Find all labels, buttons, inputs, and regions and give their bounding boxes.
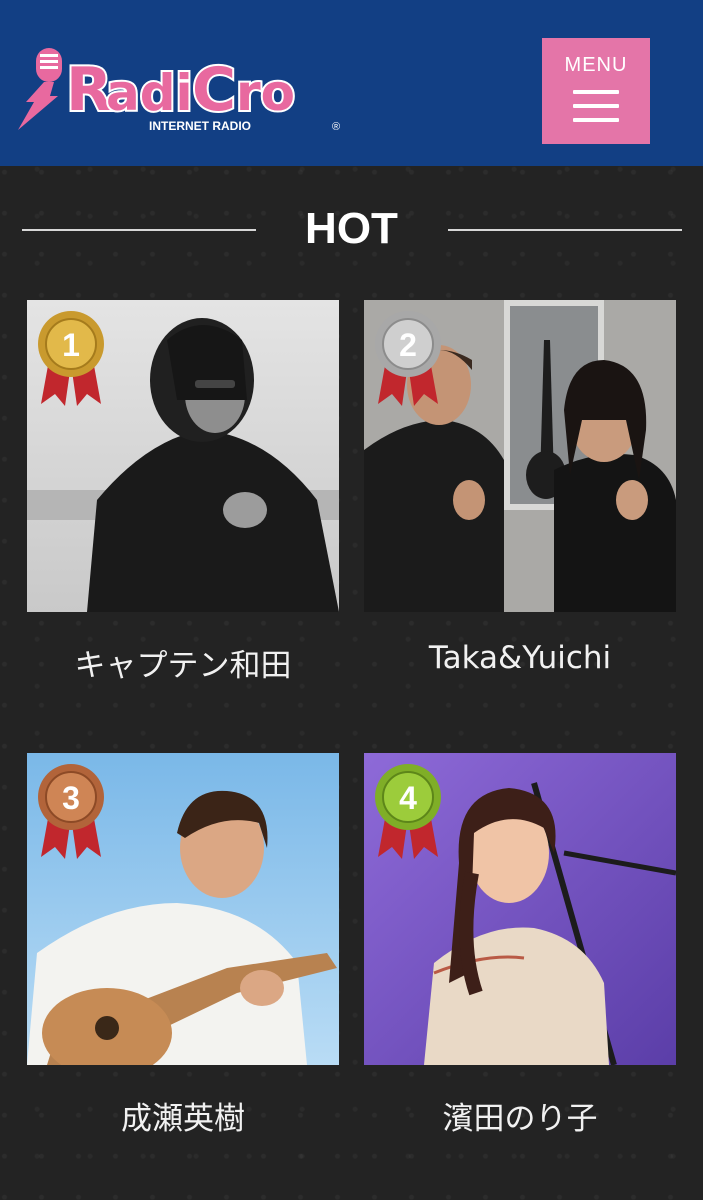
ranking-card-4[interactable]: 4 濱田のり子 <box>364 753 676 1137</box>
microphone-icon <box>18 48 62 130</box>
svg-text:®: ® <box>332 121 340 133</box>
artist-photo: 4 <box>364 753 676 1065</box>
rank-number: 3 <box>62 780 80 816</box>
radicro-logo[interactable]: R adi C ro INTERNET RADIO ® <box>14 44 354 136</box>
artist-photo: 2 <box>364 300 676 612</box>
menu-button[interactable]: MENU <box>542 38 650 144</box>
bronze-medal-icon: 3 <box>35 761 107 863</box>
rank-number: 1 <box>62 327 80 363</box>
section-heading: HOT <box>0 200 703 260</box>
divider-right <box>448 229 682 231</box>
ranking-card-3[interactable]: 3 成瀬英樹 <box>27 753 339 1137</box>
logo-subtext: INTERNET RADIO <box>149 119 251 133</box>
gold-medal-icon: 1 <box>35 308 107 410</box>
rank-number: 4 <box>399 780 417 816</box>
svg-text:C: C <box>192 55 236 125</box>
ranking-card-1[interactable]: 1 キャプテン和田 <box>27 300 339 684</box>
ranking-card-2[interactable]: 2 Taka&Yuichi <box>364 300 676 676</box>
artist-name[interactable]: 濱田のり子 <box>364 1093 676 1138</box>
artist-name[interactable]: 成瀬英樹 <box>27 1093 339 1138</box>
menu-label: MENU <box>564 54 628 76</box>
green-medal-icon: 4 <box>372 761 444 863</box>
site-header: R adi C ro INTERNET RADIO ® MENU <box>0 0 703 166</box>
artist-name[interactable]: キャプテン和田 <box>27 640 339 685</box>
svg-text:ro: ro <box>236 64 295 122</box>
rank-number: 2 <box>399 327 417 363</box>
artist-photo: 1 <box>27 300 339 612</box>
artist-name[interactable]: Taka&Yuichi <box>364 640 676 676</box>
artist-photo: 3 <box>27 753 339 1065</box>
svg-text:adi: adi <box>106 64 193 122</box>
silver-medal-icon: 2 <box>372 308 444 410</box>
